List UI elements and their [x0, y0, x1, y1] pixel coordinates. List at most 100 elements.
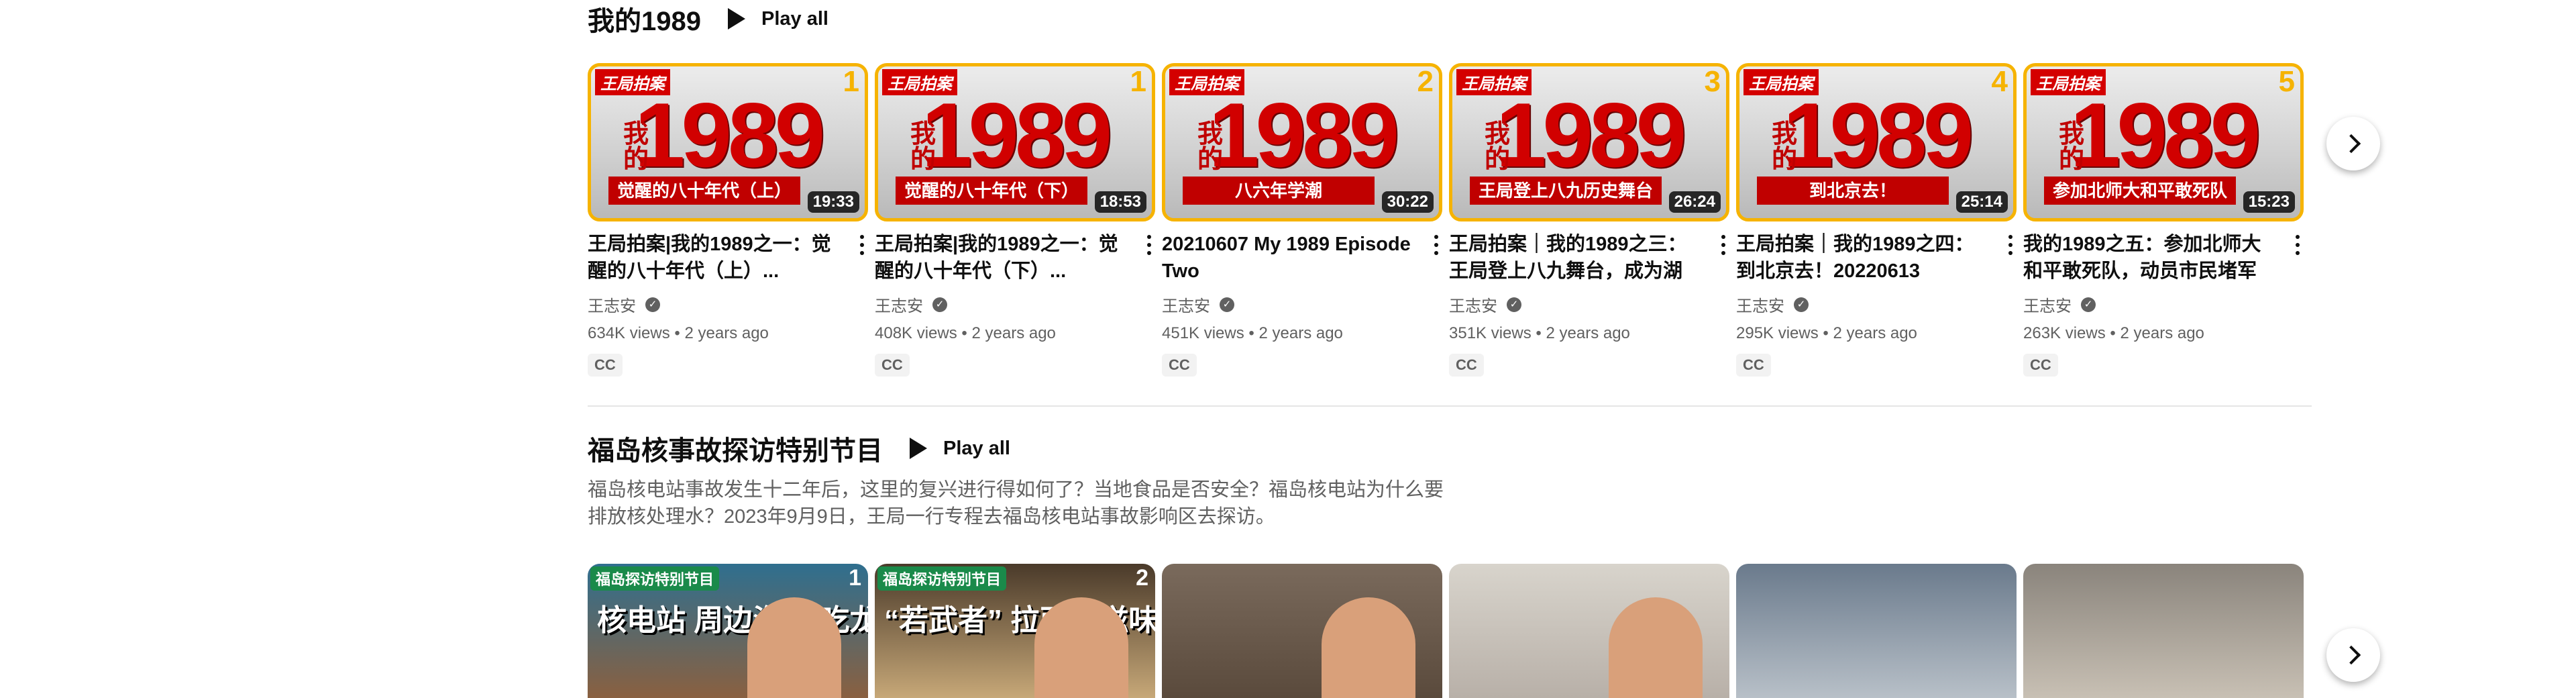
chevron-right-icon	[2341, 134, 2361, 154]
upload-age: 2 years ago	[1258, 324, 1343, 342]
channel-name-row: 王志安 ✓	[1736, 293, 1992, 316]
video-card[interactable]	[1449, 564, 1729, 698]
separator-dot: •	[1531, 324, 1546, 342]
video-title[interactable]: 王局拍案|我的1989之一：觉醒的八十年代（上）...	[588, 231, 844, 285]
video-title[interactable]: 王局拍案｜我的1989之四：到北京去！20220613	[1736, 231, 1992, 285]
video-card[interactable]: 王局拍案 4 1989 我的 到北京去！ 25:14 王局拍案｜我的1989之四：到北京去！…	[1736, 63, 2017, 377]
video-thumbnail[interactable]: 福岛探访特别节目1核电站 周边海港 吃龙虾	[588, 564, 868, 698]
play-all-button[interactable]: Play all	[910, 438, 1010, 460]
channel-name-row: 王志安 ✓	[2023, 293, 2279, 316]
video-card[interactable]: 王局拍案 3 1989 我的 王局登上八九历史舞台 26:24 王局拍案｜我的1989之三：…	[1449, 63, 1729, 377]
more-vert-icon[interactable]	[2296, 235, 2300, 259]
upload-age: 2 years ago	[684, 324, 769, 342]
duration-badge: 18:53	[1094, 191, 1146, 213]
video-card[interactable]	[1736, 564, 2017, 698]
cc-badge: CC	[1736, 354, 1771, 377]
play-icon	[910, 438, 927, 459]
thumbnail-person-image	[1322, 597, 1415, 698]
video-card[interactable]: 王局拍案 5 1989 我的 参加北师大和平敢死队 15:23 我的1989之五：参加北师大…	[2023, 63, 2304, 377]
verified-check-icon: ✓	[1507, 297, 1521, 312]
video-row: 福岛探访特别节目1核电站 周边海港 吃龙虾福岛探访特别节目2“若武者” 拉面的滋…	[588, 564, 2304, 698]
video-meta: 王局拍案|我的1989之一：觉醒的八十年代（上）... 王志安 ✓ 634K view…	[588, 231, 868, 377]
cc-badge: CC	[2023, 354, 2058, 377]
next-button[interactable]	[2326, 117, 2380, 170]
duration-badge: 26:24	[1668, 191, 1721, 213]
more-vert-icon[interactable]	[2008, 235, 2012, 259]
channel-name[interactable]: 王志安	[2023, 293, 2072, 316]
view-count: 408K views	[875, 324, 957, 342]
separator-dot: •	[957, 324, 972, 342]
channel-name[interactable]: 王志安	[875, 293, 923, 316]
video-title[interactable]: 王局拍案|我的1989之一：觉醒的八十年代（下）...	[875, 231, 1131, 285]
next-button[interactable]	[2326, 628, 2380, 682]
thumbnail-subtitle: 王局登上八九历史舞台	[1470, 177, 1662, 205]
cc-badge: CC	[875, 354, 910, 377]
video-card[interactable]	[2023, 564, 2304, 698]
video-card[interactable]: 王局拍案 1 1989 我的 觉醒的八十年代（上） 19:33 王局拍案|我的1989之一：…	[588, 63, 868, 377]
upload-age: 2 years ago	[2120, 324, 2204, 342]
thumbnail-person-image	[747, 597, 841, 698]
more-vert-icon[interactable]	[1434, 235, 1438, 259]
thumbnail-wo-text: 我的	[2059, 120, 2085, 174]
thumbnail-person-image	[1609, 597, 1703, 698]
video-title[interactable]: 王局拍案｜我的1989之三：王局登上八九舞台，成为湖北...	[1449, 231, 1705, 285]
video-meta: 王局拍案｜我的1989之三：王局登上八九舞台，成为湖北... 王志安 ✓ 351K v…	[1449, 231, 1729, 377]
thumbnail-episode-number: 1	[849, 565, 861, 591]
verified-check-icon: ✓	[2081, 297, 2096, 312]
separator-dot: •	[1818, 324, 1833, 342]
video-title[interactable]: 我的1989之五：参加北师大和平敢死队，动员市民堵军车...	[2023, 231, 2279, 285]
play-icon	[727, 8, 745, 30]
video-meta: 王局拍案｜我的1989之四：到北京去！20220613 王志安 ✓ 295K view…	[1736, 231, 2017, 377]
cc-badge: CC	[1449, 354, 1484, 377]
channel-name[interactable]: 王志安	[588, 293, 636, 316]
duration-badge: 19:33	[807, 191, 859, 213]
verified-check-icon: ✓	[1794, 297, 1809, 312]
separator-dot: •	[669, 324, 685, 342]
view-count: 451K views	[1162, 324, 1244, 342]
shelf-description: 福岛核电站事故发生十二年后，这里的复兴进行得如何了？当地食品是否安全？福岛核电站…	[588, 479, 1444, 528]
verified-check-icon: ✓	[645, 297, 660, 312]
thumbnail-wo-text: 我的	[910, 120, 936, 174]
video-row: 王局拍案 1 1989 我的 觉醒的八十年代（上） 19:33 王局拍案|我的1989之一：…	[588, 63, 2304, 377]
view-count: 351K views	[1449, 324, 1532, 342]
more-vert-icon[interactable]	[860, 235, 864, 259]
video-card[interactable]: 福岛探访特别节目1核电站 周边海港 吃龙虾	[588, 564, 868, 698]
more-vert-icon[interactable]	[1147, 235, 1151, 259]
shelf-header: 福岛核事故探访特别节目 Play all	[588, 430, 2312, 467]
video-thumbnail[interactable]: 福岛探访特别节目 2 “若武者” 拉面的滋味	[875, 564, 1155, 698]
play-all-button[interactable]: Play all	[727, 7, 828, 30]
channel-name[interactable]: 王志安	[1736, 293, 1784, 316]
video-card[interactable]: 福岛探访特别节目 2 “若武者” 拉面的滋味	[875, 564, 1155, 698]
duration-badge: 15:23	[2243, 191, 2295, 213]
view-count: 263K views	[2023, 324, 2106, 342]
video-card[interactable]: 王局拍案 1 1989 我的 觉醒的八十年代（下） 18:53 王局拍案|我的1989之一：…	[875, 63, 1155, 377]
video-thumbnail[interactable]: 王局拍案 2 1989 我的 八六年学潮 30:22	[1162, 63, 1442, 221]
video-card[interactable]: 王局拍案 2 1989 我的 八六年学潮 30:22 20210607 My 1989 Ep…	[1162, 63, 1442, 377]
video-thumbnail[interactable]: 王局拍案 3 1989 我的 王局登上八九历史舞台 26:24	[1449, 63, 1729, 221]
video-thumbnail[interactable]: 王局拍案 4 1989 我的 到北京去！ 25:14	[1736, 63, 2017, 221]
cc-badge: CC	[1162, 354, 1197, 377]
channel-name[interactable]: 王志安	[1449, 293, 1497, 316]
video-thumbnail[interactable]: 王局拍案 5 1989 我的 参加北师大和平敢死队 15:23	[2023, 63, 2304, 221]
shelf-title[interactable]: 福岛核事故探访特别节目	[588, 429, 883, 468]
video-thumbnail[interactable]	[1736, 564, 2017, 698]
video-thumbnail[interactable]: 王局拍案 1 1989 我的 觉醒的八十年代（下） 18:53	[875, 63, 1155, 221]
video-thumbnail[interactable]	[1162, 564, 1442, 698]
video-thumbnail[interactable]	[2023, 564, 2304, 698]
video-title[interactable]: 20210607 My 1989 Episode Two	[1162, 231, 1418, 285]
shelf-title[interactable]: 我的1989	[588, 0, 701, 38]
view-count: 295K views	[1736, 324, 1819, 342]
video-stats: 634K views • 2 years ago	[588, 324, 844, 343]
video-card[interactable]	[1162, 564, 1442, 698]
channel-name[interactable]: 王志安	[1162, 293, 1210, 316]
more-vert-icon[interactable]	[1721, 235, 1725, 259]
thumbnail-wo-text: 我的	[1772, 120, 1798, 174]
chevron-right-icon	[2341, 645, 2361, 665]
video-meta: 王局拍案|我的1989之一：觉醒的八十年代（下）... 王志安 ✓ 408K view…	[875, 231, 1155, 377]
video-stats: 451K views • 2 years ago	[1162, 324, 1418, 343]
thumbnail-subtitle: 觉醒的八十年代（上）	[608, 177, 800, 205]
video-thumbnail[interactable]	[1449, 564, 1729, 698]
video-thumbnail[interactable]: 王局拍案 1 1989 我的 觉醒的八十年代（上） 19:33	[588, 63, 868, 221]
view-count: 634K views	[588, 324, 670, 342]
play-all-label: Play all	[761, 7, 828, 30]
